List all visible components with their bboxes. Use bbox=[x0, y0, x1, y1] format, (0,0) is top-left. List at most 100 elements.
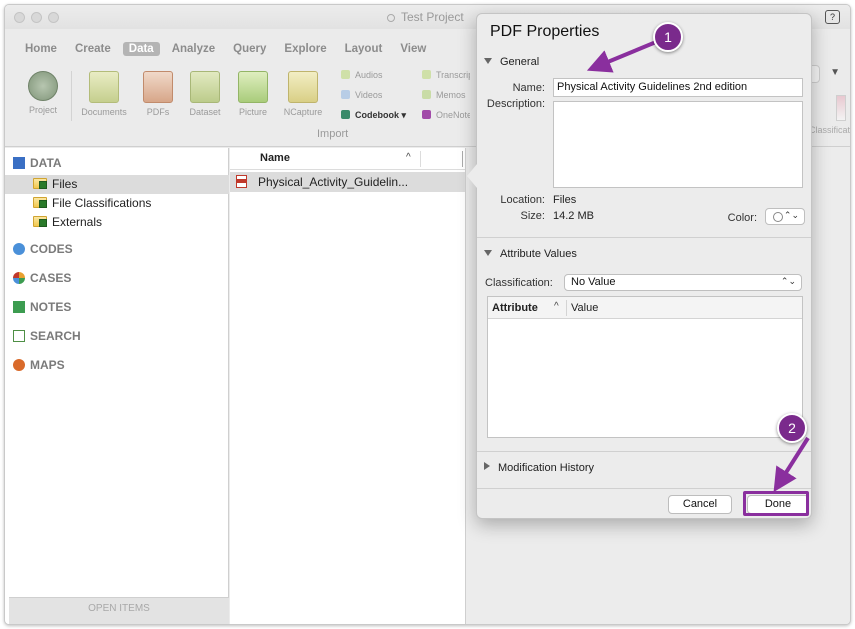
file-list-pane: Name ^ Physical_Activity_Guidelin... bbox=[230, 148, 466, 624]
name-label: Name: bbox=[512, 82, 545, 94]
dataset-icon bbox=[190, 71, 220, 103]
modification-history-disclosure[interactable]: Modification History bbox=[484, 462, 594, 474]
folder-icon bbox=[33, 178, 47, 189]
pdf-icon bbox=[143, 71, 173, 103]
import-dataset-button[interactable]: Dataset bbox=[185, 71, 225, 117]
project-button[interactable]: Project bbox=[25, 71, 61, 115]
minimize-window-button[interactable] bbox=[31, 12, 42, 23]
zoom-window-button[interactable] bbox=[48, 12, 59, 23]
import-documents-button[interactable]: Documents bbox=[79, 71, 129, 117]
section-divider bbox=[477, 237, 811, 238]
onenote-icon bbox=[422, 110, 431, 119]
color-picker[interactable]: ⌃⌄ bbox=[765, 208, 805, 225]
import-memos-button[interactable]: Memos bbox=[422, 90, 466, 100]
attribute-values-disclosure[interactable]: Attribute Values bbox=[484, 248, 577, 260]
pdf-properties-popover: PDF Properties General Name: Physical Ac… bbox=[467, 13, 812, 519]
pdf-file-icon bbox=[236, 175, 247, 188]
import-videos-button[interactable]: Videos bbox=[341, 90, 382, 100]
navigation-pane: DATA Files File Classifications External… bbox=[5, 148, 229, 624]
attribute-table-header: Attribute ^ Value bbox=[488, 297, 802, 319]
nav-section-search[interactable]: SEARCH bbox=[13, 329, 81, 343]
updown-chevron-icon: ⌃⌄ bbox=[783, 210, 799, 220]
project-icon bbox=[28, 71, 58, 101]
audio-icon bbox=[341, 70, 350, 79]
classification-label: Classification: bbox=[485, 277, 553, 289]
ncapture-button[interactable]: NCapture bbox=[281, 71, 325, 117]
column-header-name[interactable]: Name bbox=[260, 152, 290, 164]
updown-chevron-icon: ⌃⌄ bbox=[780, 276, 796, 286]
nav-section-maps[interactable]: MAPS bbox=[13, 358, 65, 372]
list-header: Name ^ bbox=[230, 148, 465, 170]
nav-item-file-classifications[interactable]: File Classifications bbox=[5, 194, 229, 213]
column-header-value[interactable]: Value bbox=[571, 302, 598, 314]
location-label: Location: bbox=[500, 194, 545, 206]
column-header-attribute[interactable]: Attribute bbox=[492, 302, 538, 314]
classification-icon[interactable] bbox=[836, 95, 846, 121]
column-divider bbox=[566, 300, 567, 316]
import-audios-button[interactable]: Audios bbox=[341, 70, 383, 80]
nav-item-externals[interactable]: Externals bbox=[5, 213, 229, 232]
document-icon bbox=[387, 13, 395, 22]
classification-label: Classificat bbox=[808, 125, 850, 135]
nav-section-cases[interactable]: CASES bbox=[13, 271, 71, 285]
folder-icon bbox=[33, 197, 47, 208]
cancel-button[interactable]: Cancel bbox=[668, 495, 732, 514]
step-badge-2: 2 bbox=[777, 413, 807, 443]
import-pdfs-button[interactable]: PDFs bbox=[141, 71, 175, 117]
window-title: Test Project bbox=[387, 10, 464, 24]
tab-create[interactable]: Create bbox=[69, 42, 117, 56]
nav-section-notes[interactable]: NOTES bbox=[13, 300, 71, 314]
codebook-icon bbox=[341, 110, 350, 119]
ribbon-tabs: Home Create Data Analyze Query Explore L… bbox=[19, 42, 438, 56]
import-transcripts-button[interactable]: Transcripts bbox=[422, 70, 470, 80]
transcript-icon bbox=[422, 70, 431, 79]
location-value: Files bbox=[553, 194, 577, 206]
tab-home[interactable]: Home bbox=[19, 42, 63, 56]
attribute-table: Attribute ^ Value bbox=[487, 296, 803, 438]
table-row[interactable]: Physical_Activity_Guidelin... bbox=[230, 172, 465, 192]
color-label: Color: bbox=[727, 212, 757, 224]
sort-ascending-icon[interactable]: ^ bbox=[406, 152, 411, 163]
file-name-cell: Physical_Activity_Guidelin... bbox=[258, 175, 409, 189]
tab-view[interactable]: View bbox=[394, 42, 432, 56]
chevron-down-icon[interactable]: ▼ bbox=[830, 67, 840, 78]
tab-layout[interactable]: Layout bbox=[339, 42, 389, 56]
popover-arrow bbox=[467, 164, 477, 188]
size-value: 14.2 MB bbox=[553, 210, 594, 222]
import-onenote-button[interactable]: OneNote bbox=[422, 110, 470, 120]
column-divider[interactable] bbox=[462, 151, 463, 167]
open-items-bar[interactable]: OPEN ITEMS bbox=[9, 597, 229, 624]
general-disclosure[interactable]: General bbox=[484, 56, 539, 68]
memo-icon bbox=[422, 90, 431, 99]
documents-icon bbox=[89, 71, 119, 103]
nav-item-files[interactable]: Files bbox=[5, 175, 229, 194]
sort-ascending-icon[interactable]: ^ bbox=[554, 301, 559, 312]
popover-title: PDF Properties bbox=[490, 23, 600, 40]
nav-section-codes[interactable]: CODES bbox=[13, 242, 73, 256]
maps-icon bbox=[13, 359, 25, 371]
import-picture-button[interactable]: Picture bbox=[233, 71, 273, 117]
ribbon-divider bbox=[71, 71, 72, 121]
cases-icon bbox=[13, 272, 25, 284]
tab-data[interactable]: Data bbox=[122, 42, 160, 56]
tab-explore[interactable]: Explore bbox=[278, 42, 332, 56]
nav-section-data[interactable]: DATA bbox=[13, 156, 62, 170]
step-badge-1: 1 bbox=[653, 22, 683, 52]
tab-analyze[interactable]: Analyze bbox=[166, 42, 221, 56]
data-icon bbox=[13, 157, 25, 169]
size-label: Size: bbox=[520, 210, 545, 222]
name-field[interactable]: Physical Activity Guidelines 2nd edition bbox=[553, 78, 803, 97]
close-window-button[interactable] bbox=[14, 12, 25, 23]
codebook-button[interactable]: Codebook ▾ bbox=[341, 110, 406, 121]
classification-select[interactable]: No Value ⌃⌄ bbox=[564, 274, 802, 291]
help-icon[interactable]: ? bbox=[825, 10, 840, 24]
picture-icon bbox=[238, 71, 268, 103]
color-swatch-icon bbox=[773, 212, 783, 222]
search-icon bbox=[13, 330, 25, 342]
notes-icon bbox=[13, 301, 25, 313]
done-highlight-box bbox=[743, 491, 809, 516]
column-divider bbox=[420, 151, 421, 167]
tab-query[interactable]: Query bbox=[227, 42, 272, 56]
disclosure-triangle-icon bbox=[484, 250, 492, 256]
description-field[interactable] bbox=[553, 101, 803, 188]
